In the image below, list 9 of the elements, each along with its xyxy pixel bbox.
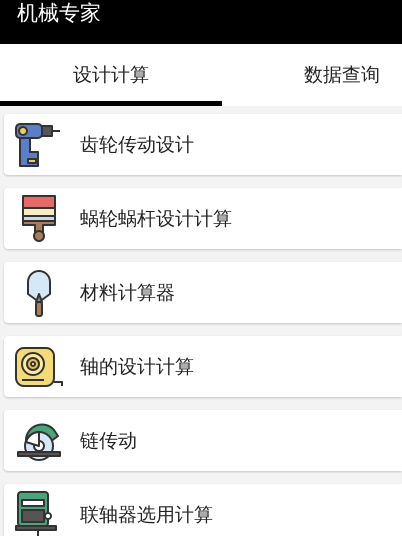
menu-card[interactable]: 齿轮传动设计 [4, 114, 402, 175]
menu-card[interactable]: 材料计算器 [4, 262, 402, 323]
tab[interactable]: 数据查询 [222, 44, 402, 106]
menu-card[interactable]: 轴的设计计算 [4, 336, 402, 397]
menu-card[interactable]: 蜗轮蜗杆设计计算 [4, 188, 402, 249]
tab[interactable]: 设计计算 [0, 44, 222, 106]
menu-card[interactable]: 链传动 [4, 410, 402, 471]
menu-card[interactable]: 联轴器选用计算 [4, 484, 402, 536]
app-title: 机械专家 [17, 1, 101, 25]
